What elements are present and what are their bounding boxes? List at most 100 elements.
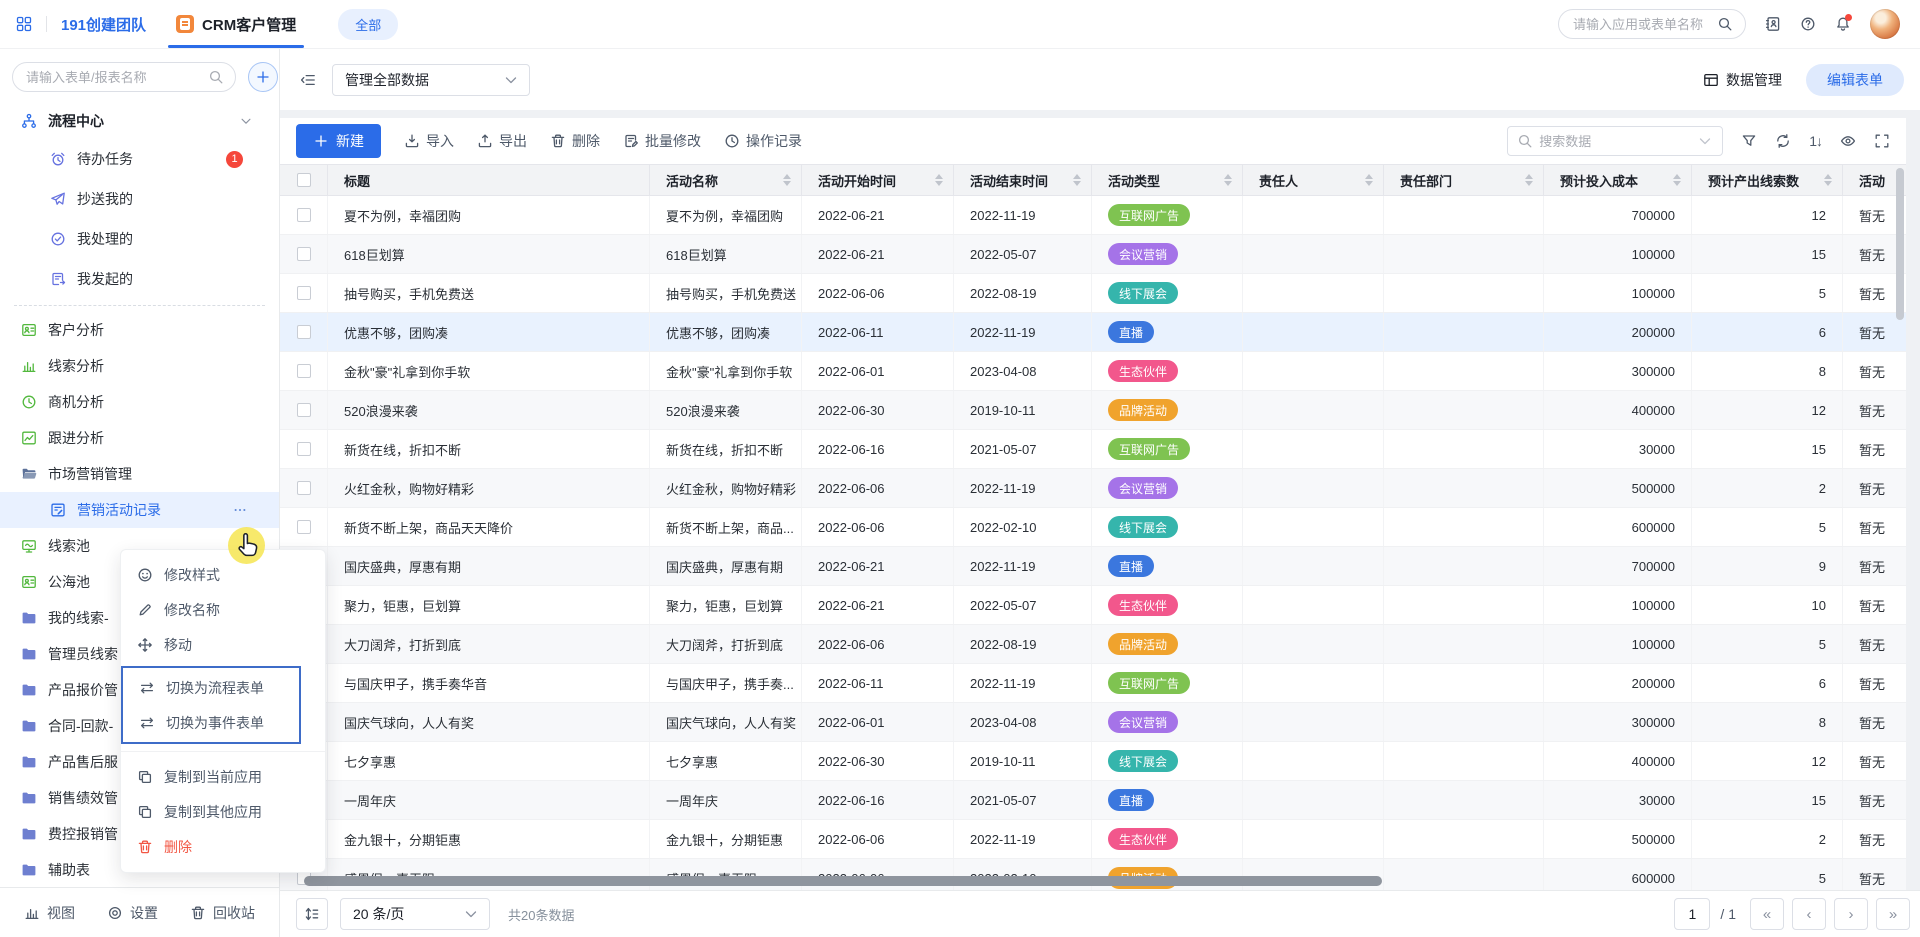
data-manage-button[interactable]: 数据管理 [1703, 70, 1782, 90]
sort-icon[interactable]: 1↓ [1809, 133, 1822, 149]
table-row[interactable]: 金九银十，分期钜惠金九银十，分期钜惠2022-06-062022-11-19生态… [280, 820, 1906, 859]
contacts-icon[interactable] [1765, 16, 1781, 32]
select-all-checkbox[interactable] [297, 173, 311, 187]
first-page-button[interactable]: « [1750, 898, 1784, 930]
collapse-sidebar-icon[interactable] [300, 72, 316, 88]
sort-arrows-icon[interactable] [1824, 174, 1832, 186]
sort-arrows-icon[interactable] [1673, 174, 1681, 186]
cell-title[interactable]: 聚力，钜惠，巨划算 [328, 586, 650, 624]
sort-arrows-icon[interactable] [783, 174, 791, 186]
cell-title[interactable]: 抽号购买，手机免费送 [328, 274, 650, 312]
row-checkbox[interactable] [297, 325, 311, 339]
notifications-icon[interactable] [1835, 16, 1851, 32]
table-row[interactable]: 国庆盛典，厚惠有期国庆盛典，厚惠有期2022-06-212022-11-19直播… [280, 547, 1906, 586]
sidebar-footer-视图[interactable]: 视图 [24, 903, 75, 923]
add-form-button[interactable] [248, 62, 278, 92]
vertical-scrollbar[interactable] [1896, 168, 1904, 320]
toolbar-操作记录-button[interactable]: 操作记录 [724, 131, 802, 151]
scope-pill-all[interactable]: 全部 [338, 9, 398, 40]
cell-title[interactable]: 520浪漫来袭 [328, 391, 650, 429]
cell-title[interactable]: 七夕享惠 [328, 742, 650, 780]
table-row[interactable]: 火红金秋，购物好精彩火红金秋，购物好精彩2022-06-062022-11-19… [280, 469, 1906, 508]
tab-crm-app[interactable]: CRM客户管理 [170, 0, 302, 48]
table-row[interactable]: 夏不为例，幸福团购夏不为例，幸福团购2022-06-212022-11-19互联… [280, 196, 1906, 235]
horizontal-scrollbar[interactable] [304, 876, 1382, 886]
team-name[interactable]: 191创建团队 [61, 14, 146, 35]
sidebar-search[interactable] [12, 62, 236, 92]
column-header-标题[interactable]: 标题 [328, 165, 650, 195]
cell-title[interactable]: 优惠不够，团购凑 [328, 313, 650, 351]
row-checkbox[interactable] [297, 442, 311, 456]
new-record-button[interactable]: 新建 [296, 124, 381, 158]
page-input[interactable]: 1 [1674, 898, 1710, 930]
table-row[interactable]: 520浪漫来袭520浪漫来袭2022-06-302019-10-11品牌活动40… [280, 391, 1906, 430]
help-icon[interactable] [1800, 16, 1816, 32]
column-header-活动结束时间[interactable]: 活动结束时间 [954, 165, 1092, 195]
context-menu-item-修改名称[interactable]: 修改名称 [121, 592, 325, 627]
table-row[interactable]: 大刀阔斧，打折到底大刀阔斧，打折到底2022-06-062022-08-19品牌… [280, 625, 1906, 664]
toolbar-删除-button[interactable]: 删除 [550, 131, 600, 151]
sidebar-item-商机分析[interactable]: 商机分析 [0, 384, 279, 420]
table-row[interactable]: 聚力，钜惠，巨划算聚力，钜惠，巨划算2022-06-212022-05-07生态… [280, 586, 1906, 625]
cell-title[interactable]: 火红金秋，购物好精彩 [328, 469, 650, 507]
sidebar-item-流程中心[interactable]: 流程中心 [0, 103, 279, 139]
context-menu-item-切换为事件表单[interactable]: 切换为事件表单 [123, 705, 299, 740]
table-row[interactable]: 新货在线，折扣不断新货在线，折扣不断2022-06-162021-05-07互联… [280, 430, 1906, 469]
toolbar-批量修改-button[interactable]: 批量修改 [623, 131, 701, 151]
sidebar-item-客户分析[interactable]: 客户分析 [0, 312, 279, 348]
row-checkbox[interactable] [297, 364, 311, 378]
column-visibility-icon[interactable] [1840, 133, 1856, 149]
context-menu-item-删除[interactable]: 删除 [121, 829, 325, 864]
sidebar-item-市场营销管理[interactable]: 市场营销管理 [0, 456, 279, 492]
fullscreen-icon[interactable] [1874, 133, 1890, 149]
row-checkbox[interactable] [297, 247, 311, 261]
sidebar-footer-回收站[interactable]: 回收站 [190, 903, 255, 923]
sidebar-item-抄送我的[interactable]: 抄送我的 [0, 179, 279, 219]
edit-form-button[interactable]: 编辑表单 [1806, 64, 1904, 96]
sidebar-item-我处理的[interactable]: 我处理的 [0, 219, 279, 259]
sort-arrows-icon[interactable] [1224, 174, 1232, 186]
sidebar-footer-设置[interactable]: 设置 [107, 903, 158, 923]
data-view-selector[interactable]: 管理全部数据 [332, 64, 530, 96]
table-search[interactable] [1507, 126, 1723, 156]
sort-arrows-icon[interactable] [1525, 174, 1533, 186]
cell-title[interactable]: 618巨划算 [328, 235, 650, 273]
last-page-button[interactable]: » [1876, 898, 1910, 930]
table-row[interactable]: 与国庆甲子，携手奏华音与国庆甲子，携手奏...2022-06-112022-11… [280, 664, 1906, 703]
context-menu-item-复制到其他应用[interactable]: 复制到其他应用 [121, 794, 325, 829]
cell-title[interactable]: 金九银十，分期钜惠 [328, 820, 650, 858]
context-menu-item-复制到当前应用[interactable]: 复制到当前应用 [121, 759, 325, 794]
table-search-input[interactable] [1539, 134, 1691, 149]
sort-arrows-icon[interactable] [1073, 174, 1081, 186]
context-menu-item-切换为流程表单[interactable]: 切换为流程表单 [123, 670, 299, 705]
table-row[interactable]: 新货不断上架，商品天天降价新货不断上架，商品...2022-06-062022-… [280, 508, 1906, 547]
table-row[interactable]: 一周年庆一周年庆2022-06-162021-05-07直播3000015暂无 [280, 781, 1906, 820]
sidebar-item-线索分析[interactable]: 线索分析 [0, 348, 279, 384]
avatar[interactable] [1870, 9, 1900, 39]
chevron-down-icon[interactable] [239, 114, 253, 128]
context-menu-item-移动[interactable]: 移动 [121, 627, 325, 662]
table-row[interactable]: 国庆气球向，人人有奖国庆气球向，人人有奖2022-06-012023-04-08… [280, 703, 1906, 742]
more-actions-icon[interactable] [233, 503, 247, 517]
row-checkbox[interactable] [297, 208, 311, 222]
next-page-button[interactable]: › [1834, 898, 1868, 930]
column-header-预计产出线索数[interactable]: 预计产出线索数 [1692, 165, 1843, 195]
row-density-button[interactable] [296, 898, 328, 930]
sidebar-item-我发起的[interactable]: 我发起的 [0, 259, 279, 299]
filter-icon[interactable] [1741, 133, 1757, 149]
toolbar-导入-button[interactable]: 导入 [404, 131, 454, 151]
table-row[interactable]: 抽号购买，手机免费送抽号购买，手机免费送2022-06-062022-08-19… [280, 274, 1906, 313]
row-checkbox[interactable] [297, 403, 311, 417]
column-header-责任部门[interactable]: 责任部门 [1384, 165, 1544, 195]
sidebar-item-跟进分析[interactable]: 跟进分析 [0, 420, 279, 456]
toolbar-导出-button[interactable]: 导出 [477, 131, 527, 151]
sort-arrows-icon[interactable] [1365, 174, 1373, 186]
sidebar-search-input[interactable] [26, 70, 202, 85]
cell-title[interactable]: 新货在线，折扣不断 [328, 430, 650, 468]
context-menu-item-修改样式[interactable]: 修改样式 [121, 557, 325, 592]
cell-title[interactable]: 大刀阔斧，打折到底 [328, 625, 650, 663]
row-checkbox[interactable] [297, 286, 311, 300]
table-row[interactable]: 优惠不够，团购凑优惠不够，团购凑2022-06-112022-11-19直播20… [280, 313, 1906, 352]
app-launcher-icon[interactable] [16, 16, 32, 32]
row-checkbox[interactable] [297, 520, 311, 534]
